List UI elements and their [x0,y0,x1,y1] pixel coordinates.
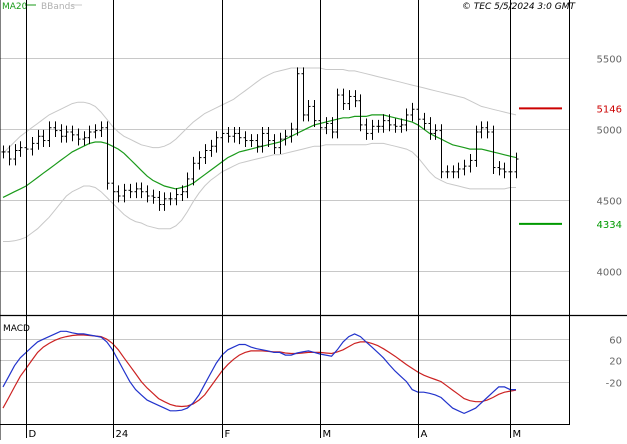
x-axis: D 24 F M A M [26,0,522,440]
legend-ma20: MA20 [2,2,28,12]
bollinger-bands [2,67,517,242]
resistance-level-label: 5146 [597,104,622,115]
macd-lines [2,330,517,415]
price-y-ticks: 4000 4500 5000 5500 [597,55,622,279]
x-axis-tick-label: M [513,429,522,440]
macd-y-tick-label: 20 [609,357,622,368]
price-gridlines [0,58,569,272]
price-y-tick-label: 4500 [597,197,622,208]
macd-line [2,330,516,415]
bbands-lower-line [3,142,516,242]
macd-title: MACD [3,324,30,334]
ma20-path [2,114,517,198]
x-axis-tick-label: F [225,429,231,440]
x-axis-tick-label: 24 [116,429,129,440]
price-y-tick-label: 4000 [597,268,622,279]
stock-chart: MA20 BBands © TEC 5/5/2024 3:0 GMT 5146 4… [0,0,627,440]
bbands-upper-line [2,67,517,154]
support-level-label: 4334 [597,220,622,231]
chart-canvas: MA20 BBands © TEC 5/5/2024 3:0 GMT 51464… [0,0,627,440]
price-y-tick-label: 5500 [597,55,622,66]
price-levels: 5146 4334 [519,104,622,231]
copyright-label: © TEC 5/5/2024 3:0 GMT [462,2,577,12]
price-y-tick-label: 5000 [597,126,622,137]
macd-y-tick-label: 60 [609,336,622,347]
x-axis-tick-label: M [323,429,332,440]
macd-gridlines [0,339,569,383]
macd-y-ticks: 60 20 -20 [606,336,622,390]
ma20-line [2,114,517,198]
x-axis-tick-label: A [421,429,428,440]
macd-y-tick-label: -20 [606,379,622,390]
x-axis-tick-label: D [29,429,37,440]
chart-frame [0,0,627,440]
legend-bbands: BBands [41,2,75,12]
